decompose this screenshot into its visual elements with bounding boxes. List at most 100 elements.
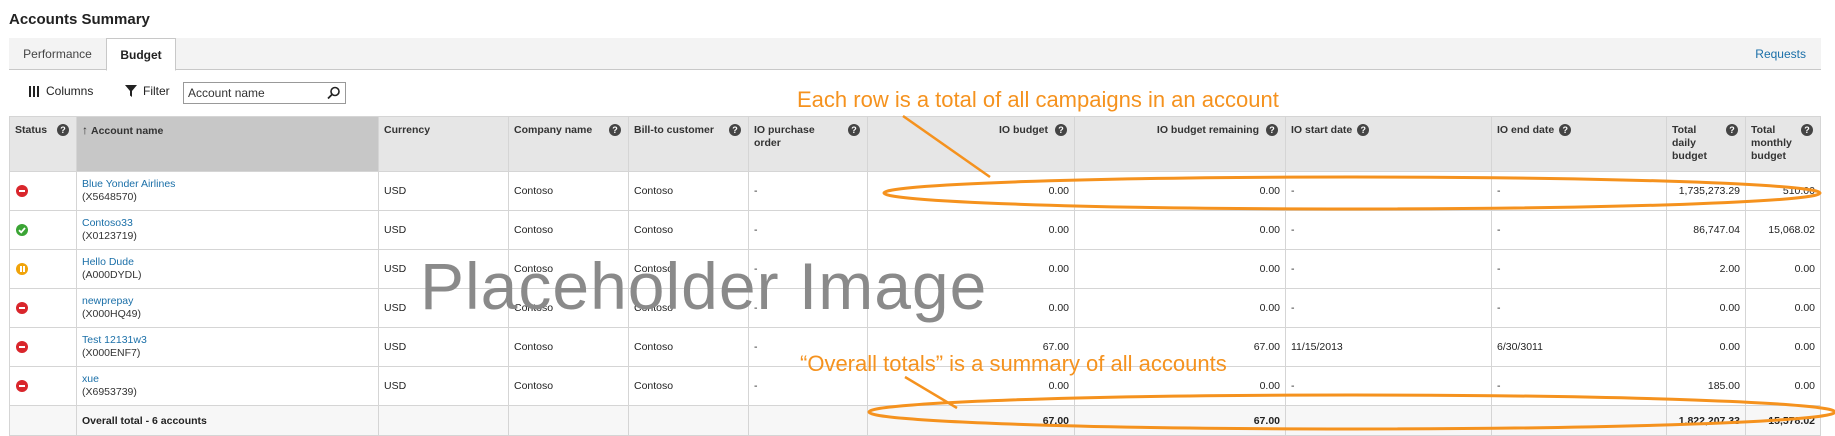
- account-id: (A000DYDL): [82, 269, 142, 281]
- bill-to-cell: Contoso: [628, 171, 749, 211]
- account-id: (X000ENF7): [82, 347, 141, 359]
- table-row[interactable]: Contoso33 (X0123719) USD Contoso Contoso -0.0…: [9, 210, 1821, 250]
- requests-link[interactable]: Requests: [1755, 38, 1806, 70]
- account-id: (X000HQ49): [82, 308, 141, 320]
- search-icon[interactable]: [327, 86, 341, 100]
- currency-cell: USD: [378, 288, 509, 328]
- end-date-cell: -: [1491, 366, 1667, 406]
- tab-budget[interactable]: Budget: [106, 38, 176, 71]
- io-budget-cell: 0.00: [867, 249, 1075, 289]
- account-link[interactable]: xue: [82, 373, 373, 386]
- table-row[interactable]: xue (X6953739) USD Contoso Contoso -0.00 0.00-…: [9, 366, 1821, 406]
- col-status[interactable]: Status?: [9, 116, 77, 172]
- po-cell: -: [748, 366, 868, 406]
- account-name-cell: xue (X6953739): [76, 366, 379, 406]
- totals-empty: [1491, 405, 1667, 436]
- daily-budget-cell: 1,735,273.29: [1666, 171, 1746, 211]
- totals-empty: [628, 405, 749, 436]
- io-remaining-cell: 67.00: [1074, 327, 1286, 367]
- status-cell: [9, 210, 77, 250]
- io-budget-cell: 0.00: [867, 288, 1075, 328]
- table-row[interactable]: Test 12131w3 (X000ENF7) USD Contoso Contoso -…: [9, 327, 1821, 367]
- tab-performance[interactable]: Performance: [9, 38, 106, 70]
- totals-daily: 1,822,207.33: [1666, 405, 1746, 436]
- currency-cell: USD: [378, 249, 509, 289]
- col-io-budget-remaining[interactable]: IO budget remaining?: [1074, 116, 1286, 172]
- help-icon[interactable]: ?: [1801, 124, 1813, 136]
- status-error-icon: [16, 302, 28, 315]
- col-bill-to-customer[interactable]: Bill-to customer?: [628, 116, 749, 172]
- help-icon[interactable]: ?: [1726, 124, 1738, 136]
- help-icon[interactable]: ?: [1357, 124, 1370, 136]
- monthly-budget-cell: 0.00: [1745, 366, 1821, 406]
- col-io-end-date[interactable]: IO end date?: [1491, 116, 1667, 172]
- help-icon[interactable]: ?: [1266, 124, 1278, 136]
- totals-monthly: 15,578.02: [1745, 405, 1821, 436]
- company-cell: Contoso: [508, 210, 629, 250]
- sort-up-icon: ↑: [82, 123, 88, 137]
- col-total-monthly-budget[interactable]: Total monthly budget?: [1745, 116, 1821, 172]
- col-total-daily-budget[interactable]: Total daily budget?: [1666, 116, 1746, 172]
- monthly-budget-cell: 0.00: [1745, 249, 1821, 289]
- help-icon[interactable]: ?: [729, 124, 741, 136]
- table-row[interactable]: Blue Yonder Airlines (X5648570) USD Contoso…: [9, 171, 1821, 211]
- end-date-cell: -: [1491, 210, 1667, 250]
- monthly-budget-cell: 0.00: [1745, 327, 1821, 367]
- search-input[interactable]: [188, 84, 318, 102]
- currency-cell: USD: [378, 366, 509, 406]
- totals-empty: [748, 405, 868, 436]
- col-io-start-date[interactable]: IO start date?: [1285, 116, 1492, 172]
- totals-row: Overall total - 6 accounts 67.00 67.00 1,82…: [9, 405, 1821, 436]
- io-budget-cell: 67.00: [867, 327, 1075, 367]
- table-row[interactable]: Hello Dude (A000DYDL) USD Contoso Contoso -0.…: [9, 249, 1821, 289]
- col-currency[interactable]: Currency: [378, 116, 509, 172]
- account-search: [183, 82, 346, 104]
- col-io-budget[interactable]: IO budget?: [867, 116, 1075, 172]
- totals-io-budget: 67.00: [867, 405, 1075, 436]
- help-icon[interactable]: ?: [609, 124, 621, 136]
- totals-empty: [508, 405, 629, 436]
- start-date-cell: 11/15/2013: [1285, 327, 1492, 367]
- io-remaining-cell: 0.00: [1074, 288, 1286, 328]
- daily-budget-cell: 185.00: [1666, 366, 1746, 406]
- daily-budget-cell: 86,747.04: [1666, 210, 1746, 250]
- columns-button[interactable]: Columns: [29, 84, 93, 98]
- col-company-name[interactable]: Company name?: [508, 116, 629, 172]
- col-account-name[interactable]: ↑ Account name: [76, 116, 379, 172]
- account-link[interactable]: Blue Yonder Airlines: [82, 178, 373, 191]
- filter-button[interactable]: Filter: [125, 84, 170, 98]
- account-name-cell: newprepay (X000HQ49): [76, 288, 379, 328]
- rows-annotation: Each row is a total of all campaigns in …: [797, 87, 1279, 112]
- table-row[interactable]: newprepay (X000HQ49) USD Contoso Contoso -0.0…: [9, 288, 1821, 328]
- account-link[interactable]: Contoso33: [82, 217, 373, 230]
- account-link[interactable]: newprepay: [82, 295, 373, 308]
- end-date-cell: -: [1491, 288, 1667, 328]
- account-name-cell: Contoso33 (X0123719): [76, 210, 379, 250]
- account-name-cell: Test 12131w3 (X000ENF7): [76, 327, 379, 367]
- help-icon[interactable]: ?: [1559, 124, 1572, 136]
- daily-budget-cell: 2.00: [1666, 249, 1746, 289]
- company-cell: Contoso: [508, 288, 629, 328]
- io-remaining-cell: 0.00: [1074, 171, 1286, 211]
- col-io-purchase-order[interactable]: IO purchase order?: [748, 116, 868, 172]
- status-active-icon: [16, 224, 28, 237]
- help-icon[interactable]: ?: [1055, 124, 1067, 136]
- account-link[interactable]: Test 12131w3: [82, 334, 373, 347]
- po-cell: -: [748, 327, 868, 367]
- filter-label: Filter: [143, 84, 170, 98]
- totals-empty: [1285, 405, 1492, 436]
- account-link[interactable]: Hello Dude: [82, 256, 373, 269]
- columns-icon: [29, 85, 40, 97]
- monthly-budget-cell: 15,068.02: [1745, 210, 1821, 250]
- bill-to-cell: Contoso: [628, 327, 749, 367]
- end-date-cell: -: [1491, 249, 1667, 289]
- status-error-icon: [16, 380, 28, 393]
- bill-to-cell: Contoso: [628, 249, 749, 289]
- account-id: (X6953739): [82, 386, 137, 398]
- daily-budget-cell: 0.00: [1666, 327, 1746, 367]
- help-icon[interactable]: ?: [57, 124, 69, 136]
- end-date-cell: -: [1491, 171, 1667, 211]
- help-icon[interactable]: ?: [848, 124, 860, 136]
- monthly-budget-cell: 0.00: [1745, 288, 1821, 328]
- toolbar: Columns Filter: [9, 80, 609, 106]
